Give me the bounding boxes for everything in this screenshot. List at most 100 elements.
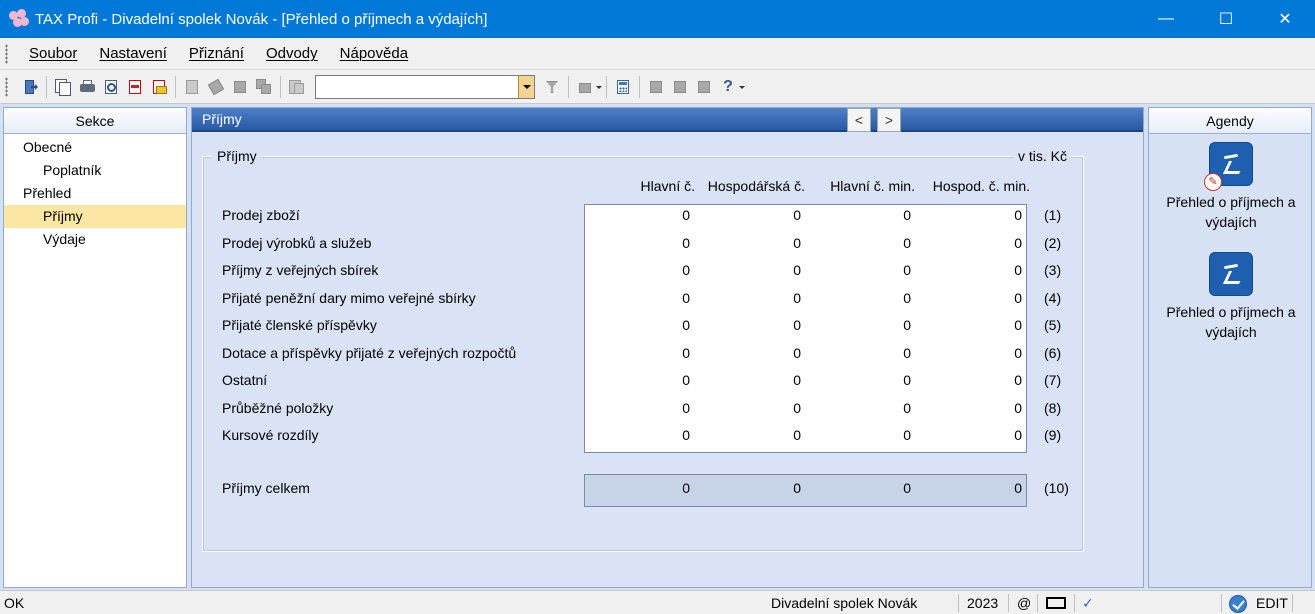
paste-button[interactable]	[286, 76, 308, 98]
help-button[interactable]: ?	[717, 76, 739, 98]
menu-napoveda[interactable]: Nápověda	[329, 45, 419, 62]
value-cell[interactable]: 0	[793, 427, 801, 443]
tree-item-prehled[interactable]: Přehled	[4, 182, 186, 205]
value-cell[interactable]: 0	[793, 317, 801, 333]
minimize-button[interactable]: —	[1136, 0, 1196, 38]
value-cell[interactable]: 0	[1014, 400, 1022, 416]
value-cell[interactable]: 0	[903, 262, 911, 278]
value-cell[interactable]: 0	[682, 207, 690, 223]
value-cell[interactable]: 0	[793, 262, 801, 278]
help-dropdown-icon[interactable]	[739, 86, 745, 89]
tree-item-poplatnik[interactable]: Poplatník	[4, 159, 186, 182]
combo-dropdown-button[interactable]	[518, 76, 534, 98]
maximize-button[interactable]: ☐	[1196, 0, 1256, 38]
value-cell[interactable]: 0	[793, 345, 801, 361]
filter-button[interactable]	[541, 76, 563, 98]
value-cell[interactable]: 0	[903, 235, 911, 251]
value-cell[interactable]: 0	[1014, 372, 1022, 388]
folder-dropdown-icon[interactable]	[596, 86, 602, 89]
value-cell[interactable]: 0	[682, 400, 690, 416]
value-cell[interactable]: 0	[1014, 427, 1022, 443]
status-ok: OK	[4, 595, 25, 611]
menu-nastaveni[interactable]: Nastavení	[88, 45, 178, 62]
value-cell[interactable]: 0	[682, 262, 690, 278]
import-button[interactable]	[645, 76, 667, 98]
toolbar-separator	[639, 76, 640, 98]
value-cell[interactable]: 0	[903, 400, 911, 416]
warning-button[interactable]	[669, 76, 691, 98]
paste-icon	[289, 79, 305, 95]
row-number: (5)	[1044, 317, 1062, 333]
status-at: @	[1017, 595, 1032, 611]
toolbar-grip[interactable]	[5, 77, 8, 97]
income-total-box	[584, 474, 1027, 507]
value-cell[interactable]: 0	[793, 290, 801, 306]
menu-odvody[interactable]: Odvody	[255, 45, 329, 62]
new-button[interactable]	[181, 76, 203, 98]
main-panel: Příjmy < > Příjmy v tis. Kč Hlavní č. Hos…	[191, 107, 1144, 588]
calculator-button[interactable]	[612, 76, 634, 98]
tree-item-vydaje[interactable]: Výdaje	[4, 228, 186, 251]
toolbar-separator	[280, 76, 281, 98]
value-cell[interactable]: 0	[1014, 235, 1022, 251]
value-cell[interactable]: 0	[682, 345, 690, 361]
value-cell[interactable]: 0	[793, 235, 801, 251]
value-cell[interactable]: 0	[682, 235, 690, 251]
export-pdf-button[interactable]	[124, 76, 146, 98]
row-number: (8)	[1044, 400, 1062, 416]
value-cell[interactable]: 0	[793, 400, 801, 416]
value-cell[interactable]: 0	[682, 317, 690, 333]
close-button[interactable]: ✕	[1255, 0, 1315, 38]
value-cell[interactable]: 0	[1014, 317, 1022, 333]
menu-grip[interactable]	[5, 43, 8, 64]
value-cell[interactable]: 0	[1014, 345, 1022, 361]
main-header-title: Příjmy	[202, 111, 242, 127]
menu-soubor[interactable]: Soubor	[18, 45, 88, 62]
print-preview-button[interactable]	[100, 76, 122, 98]
value-cell[interactable]: 0	[903, 290, 911, 306]
value-cell[interactable]: 0	[682, 427, 690, 443]
print-button[interactable]	[76, 76, 98, 98]
pdf-email-icon	[151, 79, 167, 95]
total-value-cell: 0	[682, 480, 690, 496]
agenda-combo[interactable]	[315, 75, 535, 99]
value-cell[interactable]: 0	[1014, 290, 1022, 306]
value-cell[interactable]: 0	[903, 372, 911, 388]
prev-section-button[interactable]: <	[847, 108, 871, 132]
sections-header: Sekce	[4, 108, 186, 134]
save-as-button[interactable]	[253, 76, 275, 98]
value-cell[interactable]: 0	[1014, 207, 1022, 223]
income-grid	[584, 204, 1027, 453]
value-cell[interactable]: 0	[682, 372, 690, 388]
help-pointer-icon: ?	[723, 78, 733, 95]
agenda-item[interactable]: ✎ Přehled o příjmech a výdajích	[1149, 142, 1313, 232]
save-button[interactable]	[229, 76, 251, 98]
value-cell[interactable]: 0	[903, 207, 911, 223]
tree-item-obecne[interactable]: Obecné	[4, 136, 186, 159]
value-cell[interactable]: 0	[793, 372, 801, 388]
send-email-button[interactable]	[148, 76, 170, 98]
value-cell[interactable]: 0	[903, 427, 911, 443]
clear-button[interactable]	[205, 76, 227, 98]
checkmark-pen-icon[interactable]: ✓	[1082, 591, 1094, 614]
form-button[interactable]	[693, 76, 715, 98]
copy-button[interactable]	[52, 76, 74, 98]
agenda-item[interactable]: Přehled o příjmech a výdajích	[1149, 252, 1313, 342]
folder-icon	[577, 79, 593, 95]
value-cell[interactable]: 0	[793, 207, 801, 223]
value-cell[interactable]: 0	[682, 290, 690, 306]
value-cell[interactable]: 0	[903, 317, 911, 333]
row-label: Kursové rozdíly	[222, 427, 319, 443]
exit-button[interactable]	[19, 76, 41, 98]
filter-icon	[544, 79, 560, 95]
column-header: Hospod. č. min.	[932, 178, 1030, 194]
tree-item-prijmy[interactable]: Příjmy	[4, 205, 186, 228]
folder-button[interactable]	[574, 76, 596, 98]
value-cell[interactable]: 0	[1014, 262, 1022, 278]
value-cell[interactable]: 0	[903, 345, 911, 361]
agendas-header: Agendy	[1149, 108, 1311, 134]
next-section-button[interactable]: >	[877, 108, 901, 132]
mail-arrow-icon[interactable]	[1046, 591, 1066, 614]
menu-priznani[interactable]: Přiznání	[178, 45, 255, 62]
toolbar-separator	[606, 76, 607, 98]
